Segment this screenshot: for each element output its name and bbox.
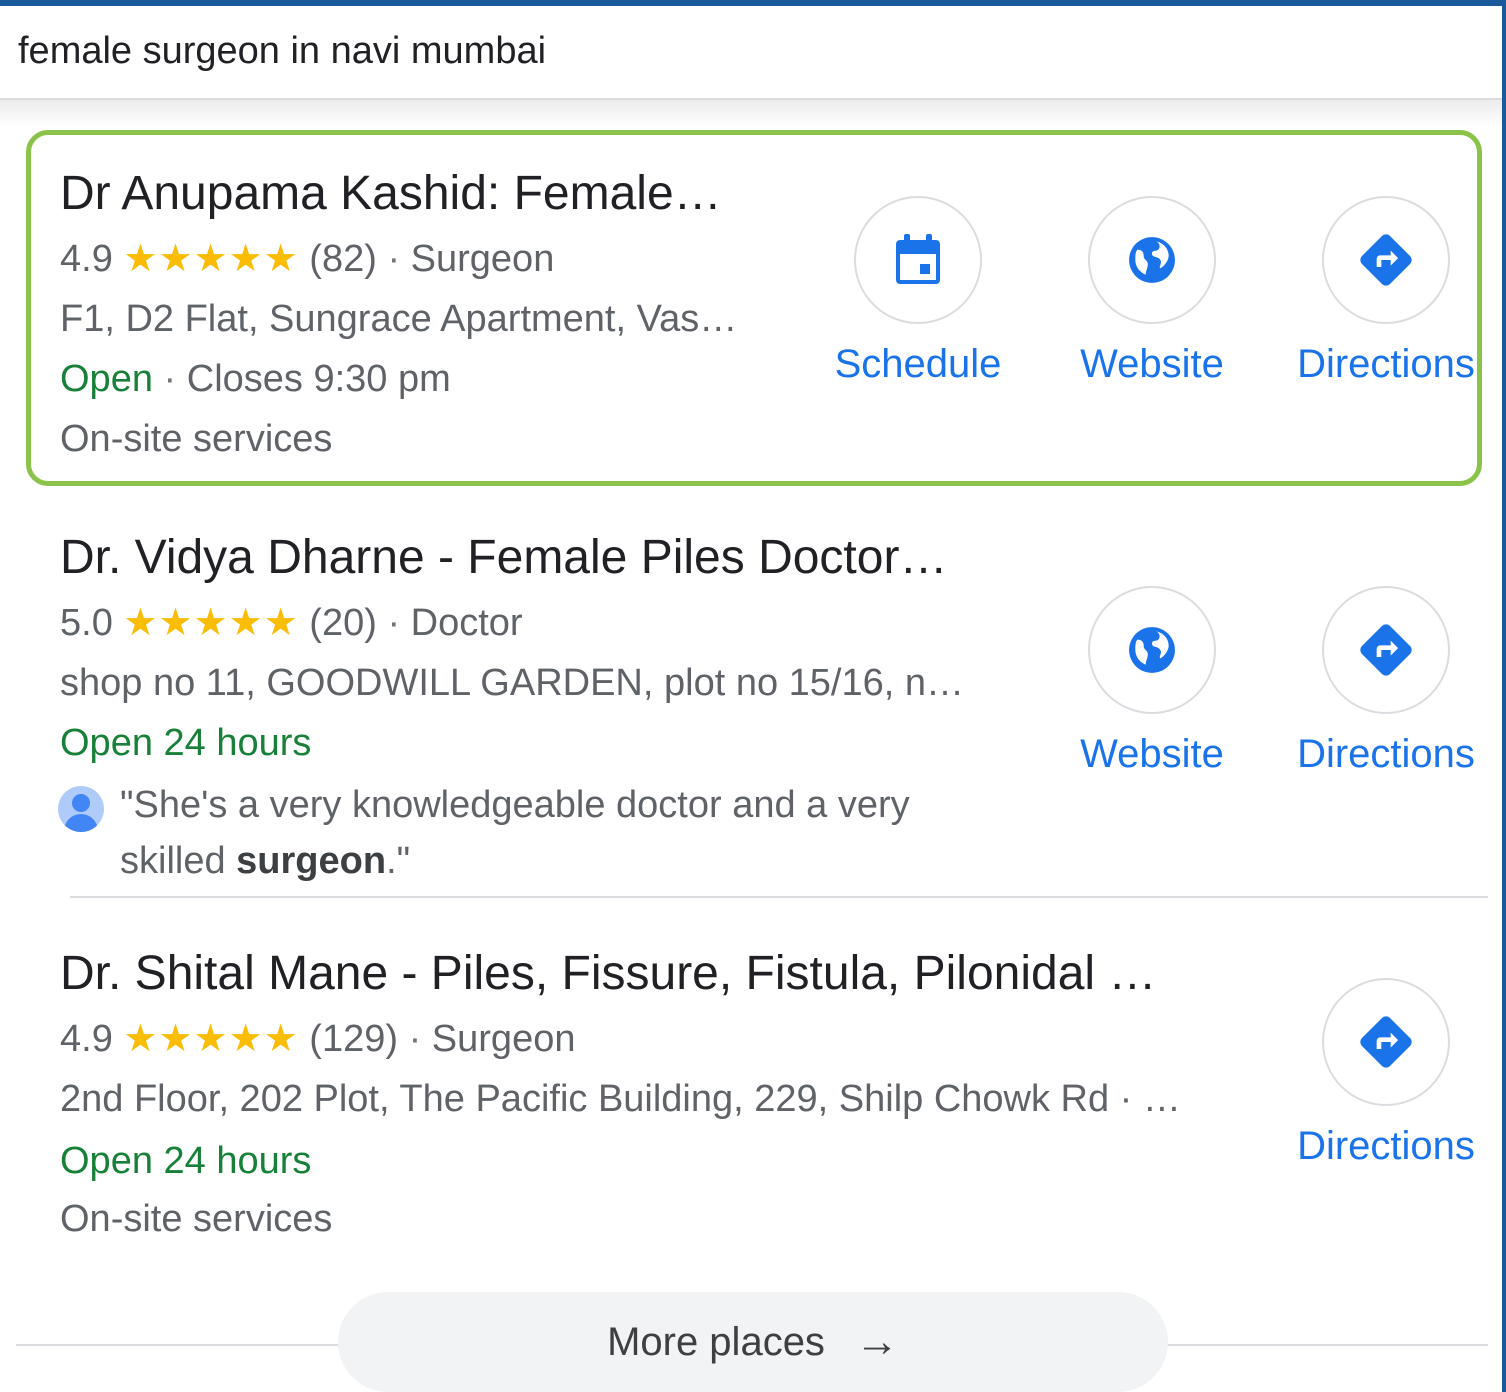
review-text-end: ." bbox=[386, 840, 411, 882]
search-bar-shadow bbox=[0, 100, 1502, 128]
website-button[interactable]: Website bbox=[1062, 586, 1242, 777]
directions-icon bbox=[1360, 624, 1412, 676]
rating-line: 5.0 ★★★★★ (20) · Doctor bbox=[60, 604, 523, 642]
directions-icon bbox=[1360, 234, 1412, 286]
result-title[interactable]: Dr. Vidya Dharne - Female Piles Doctor… bbox=[60, 534, 947, 582]
open-status: Open bbox=[60, 358, 153, 400]
separator: · bbox=[387, 238, 401, 280]
directions-icon bbox=[1360, 1016, 1412, 1068]
directions-circle[interactable] bbox=[1322, 978, 1450, 1106]
separator: · bbox=[163, 358, 177, 400]
open-status: Open 24 hours bbox=[60, 1140, 312, 1182]
service-info: On-site services bbox=[60, 1198, 333, 1240]
globe-icon bbox=[1129, 237, 1175, 283]
result-title[interactable]: Dr Anupama Kashid: Female… bbox=[60, 170, 722, 218]
more-places-button[interactable]: More places → bbox=[338, 1292, 1168, 1392]
schedule-circle[interactable] bbox=[854, 196, 982, 324]
website-label[interactable]: Website bbox=[1062, 732, 1242, 777]
calendar-icon bbox=[896, 234, 940, 284]
more-places-label[interactable]: More places bbox=[607, 1320, 825, 1365]
schedule-label[interactable]: Schedule bbox=[828, 342, 1008, 387]
arrow-right-icon: → bbox=[854, 1317, 899, 1366]
review-text: skilled bbox=[120, 840, 237, 882]
search-bar[interactable]: female surgeon in navi mumbai bbox=[0, 6, 1502, 100]
closing-time: Closes 9:30 pm bbox=[186, 358, 451, 400]
result-card[interactable]: Dr Anupama Kashid: Female… 4.9 ★★★★★ (82… bbox=[60, 170, 820, 470]
window-frame-right bbox=[1502, 0, 1506, 1392]
search-input[interactable]: female surgeon in navi mumbai bbox=[18, 30, 546, 73]
results-divider bbox=[70, 896, 1488, 898]
website-label[interactable]: Website bbox=[1062, 342, 1242, 387]
review-count[interactable]: (82) bbox=[309, 238, 377, 280]
rating-line: 4.9 ★★★★★ (129) · Surgeon bbox=[60, 1020, 575, 1058]
globe-icon bbox=[1129, 627, 1175, 673]
directions-circle[interactable] bbox=[1322, 196, 1450, 324]
rating-line: 4.9 ★★★★★ (82) · Surgeon bbox=[60, 240, 554, 278]
review-count[interactable]: (129) bbox=[309, 1018, 398, 1060]
result-card[interactable]: Dr. Shital Mane - Piles, Fissure, Fistul… bbox=[60, 950, 1240, 1250]
rating-value: 4.9 bbox=[60, 238, 113, 280]
hours-line: Open · Closes 9:30 pm bbox=[60, 360, 451, 398]
result-card[interactable]: Dr. Vidya Dharne - Female Piles Doctor… … bbox=[58, 534, 1020, 884]
review-keyword: surgeon bbox=[236, 840, 387, 882]
address: shop no 11, GOODWILL GARDEN, plot no 15/… bbox=[60, 662, 964, 704]
website-circle[interactable] bbox=[1088, 586, 1216, 714]
separator: · bbox=[387, 602, 401, 644]
rating-value: 4.9 bbox=[60, 1018, 113, 1060]
star-rating-icon: ★★★★★ bbox=[123, 1018, 299, 1060]
reviewer-avatar-icon bbox=[58, 786, 104, 832]
directions-circle[interactable] bbox=[1322, 586, 1450, 714]
website-button[interactable]: Website bbox=[1062, 196, 1242, 387]
directions-label[interactable]: Directions bbox=[1296, 732, 1476, 777]
result-title[interactable]: Dr. Shital Mane - Piles, Fissure, Fistul… bbox=[60, 950, 1156, 998]
category: Surgeon bbox=[410, 238, 555, 280]
open-status: Open 24 hours bbox=[60, 722, 312, 764]
star-rating-icon: ★★★★★ bbox=[123, 602, 299, 644]
avatar-body bbox=[64, 814, 98, 832]
directions-label[interactable]: Directions bbox=[1296, 342, 1476, 387]
review-count[interactable]: (20) bbox=[309, 602, 377, 644]
review-snippet-line-2: skilled surgeon." bbox=[120, 842, 410, 880]
avatar-head bbox=[72, 794, 90, 812]
hours-line: Open 24 hours bbox=[60, 1142, 311, 1180]
review-snippet-line-1: "She's a very knowledgeable doctor and a… bbox=[120, 784, 910, 826]
address: 2nd Floor, 202 Plot, The Pacific Buildin… bbox=[60, 1078, 1181, 1120]
directions-button[interactable]: Directions bbox=[1296, 196, 1476, 387]
separator: · bbox=[408, 1018, 422, 1060]
service-info: On-site services bbox=[60, 418, 333, 460]
website-circle[interactable] bbox=[1088, 196, 1216, 324]
schedule-button[interactable]: Schedule bbox=[828, 196, 1008, 387]
directions-label[interactable]: Directions bbox=[1296, 1124, 1476, 1169]
directions-button[interactable]: Directions bbox=[1296, 978, 1476, 1169]
category: Doctor bbox=[410, 602, 523, 644]
rating-value: 5.0 bbox=[60, 602, 113, 644]
address: F1, D2 Flat, Sungrace Apartment, Vas… bbox=[60, 298, 738, 340]
directions-button[interactable]: Directions bbox=[1296, 586, 1476, 777]
star-rating-icon: ★★★★★ bbox=[123, 238, 299, 280]
hours-line: Open 24 hours bbox=[60, 724, 311, 762]
category: Surgeon bbox=[431, 1018, 576, 1060]
